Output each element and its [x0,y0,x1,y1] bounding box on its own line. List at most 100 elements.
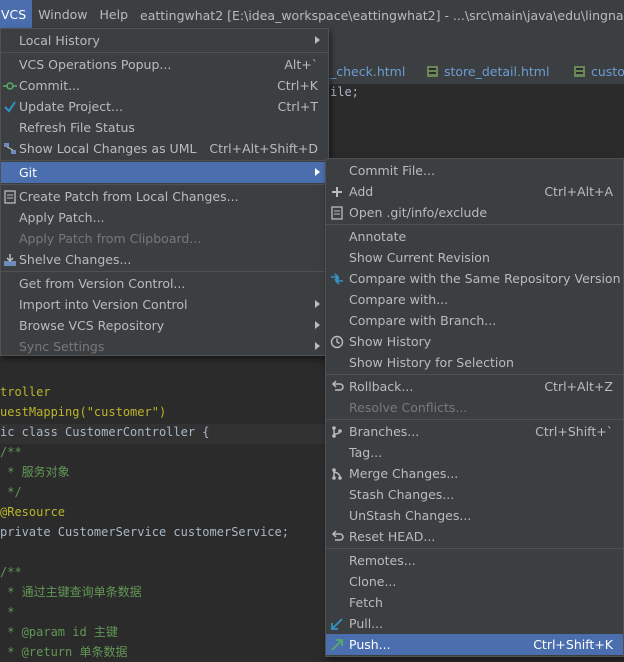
tab-store-detail-html[interactable]: store_detail.html [427,60,549,84]
menu-item-label: Add [349,184,374,199]
vcs-item-shelve-changes[interactable]: Shelve Changes... [1,249,328,270]
git-item-remotes[interactable]: Remotes... [326,550,623,571]
menu-item-label: Pull... [349,616,384,631]
git-item-fetch[interactable]: Fetch [326,592,623,613]
menu-separator [1,52,328,53]
update-icon [3,99,17,113]
vcs-item-show-local-changes-as-uml[interactable]: Show Local Changes as UML Ctrl+Alt+Shift+… [1,138,328,159]
git-item-rollback[interactable]: Rollback... Ctrl+Alt+Z [326,376,623,397]
html-file-icon [574,66,585,77]
menu-item-shortcut: Ctrl+T [277,99,318,114]
vcs-item-git[interactable]: Git [1,162,328,183]
menu-item-label: Clone... [349,574,397,589]
window-title: eattingwhat2 [E:\idea_workspace\eattingw… [140,7,624,23]
menu-item-label: Annotate [349,229,407,244]
menu-item-label: UnStash Changes... [349,508,472,523]
code-line: * @param id 主键 [0,625,118,639]
menu-separator [1,271,328,272]
menu-item-label: Compare with the Same Repository Version [349,271,621,286]
uml-icon [3,141,17,155]
menu-item-label: Show Current Revision [349,250,490,265]
menu-item-label: Open .git/info/exclude [349,205,488,220]
plus-icon [330,184,344,198]
git-item-stash-changes[interactable]: Stash Changes... [326,484,623,505]
menu-item-label: Get from Version Control... [19,276,186,291]
menu-item-label: VCS Operations Popup... [19,57,172,72]
git-item-merge-changes[interactable]: Merge Changes... [326,463,623,484]
menu-vcs[interactable]: VCS [0,0,33,30]
menu-item-label: Show History [349,334,432,349]
menu-item-label: Apply Patch from Clipboard... [19,231,202,246]
menu-window[interactable]: Window [32,0,93,30]
code-line: * 通过主键查询单条数据 [0,585,142,599]
vcs-item-update-project[interactable]: Update Project... Ctrl+T [1,96,328,117]
vcs-item-browse-vcs-repository[interactable]: Browse VCS Repository [1,315,328,336]
file-icon [330,205,344,220]
vcs-item-local-history[interactable]: Local History [1,30,328,51]
git-item-show-history[interactable]: Show History [326,331,623,352]
menu-item-label: Local History [19,33,100,48]
git-item-show-current-revision[interactable]: Show Current Revision [326,247,623,268]
menu-item-label: Browse VCS Repository [19,318,165,333]
git-item-compare-with-the-same-repository-version[interactable]: Compare with the Same Repository Version [326,268,623,289]
menu-item-label: Resolve Conflicts... [349,400,468,415]
code-line: private CustomerService customerService; [0,525,289,539]
push-icon [330,637,344,651]
tab-check-html[interactable]: _check.html [330,60,405,84]
git-item-compare-with[interactable]: Compare with... [326,289,623,310]
git-item-reset-head[interactable]: Reset HEAD... [326,526,623,547]
git-item-resolve-conflicts: Resolve Conflicts... [326,397,623,418]
git-item-add[interactable]: Add Ctrl+Alt+A [326,181,623,202]
code-line: ile; [330,85,359,99]
vcs-item-apply-patch[interactable]: Apply Patch... [1,207,328,228]
menu-item-label: Compare with... [349,292,449,307]
html-file-icon [427,66,438,77]
vcs-menu: Local History VCS Operations Popup... Alt+… [0,28,329,356]
tab-label: custo [591,64,624,79]
vcs-item-import-into-version-control[interactable]: Import into Version Control [1,294,328,315]
menu-item-label: Push... [349,637,391,652]
submenu-arrow-icon [315,321,320,329]
git-submenu: Commit File... Add Ctrl+Alt+A Open .git/inf… [325,158,624,657]
git-item-pull[interactable]: Pull... [326,613,623,634]
menu-item-label: Commit File... [349,163,435,178]
vcs-item-get-from-version-control[interactable]: Get from Version Control... [1,273,328,294]
code-line: * [0,605,15,619]
code-line: /** [0,565,22,579]
menu-item-label: Create Patch from Local Changes... [19,189,239,204]
commit-icon [3,78,17,92]
vcs-item-refresh-file-status[interactable]: Refresh File Status [1,117,328,138]
submenu-arrow-icon [315,36,320,44]
git-item-branches[interactable]: Branches... Ctrl+Shift+` [326,421,623,442]
menu-item-label: Apply Patch... [19,210,105,225]
git-item-show-history-for-selection[interactable]: Show History for Selection [326,352,623,373]
menu-separator [326,419,623,420]
git-item-compare-with-branch[interactable]: Compare with Branch... [326,310,623,331]
tab-customer[interactable]: custo [574,60,624,84]
git-item-clone[interactable]: Clone... [326,571,623,592]
git-item-push[interactable]: Push... Ctrl+Shift+K [326,634,623,655]
git-item-tag[interactable]: Tag... [326,442,623,463]
vcs-item-commit[interactable]: Commit... Ctrl+K [1,75,328,96]
menu-item-shortcut: Ctrl+Shift+K [533,637,613,652]
code-line: ic class CustomerController { [0,425,210,439]
vcs-item-vcs-operations-popup[interactable]: VCS Operations Popup... Alt+` [1,54,328,75]
vcs-item-create-patch-from-local-changes[interactable]: Create Patch from Local Changes... [1,186,328,207]
menu-item-shortcut: Ctrl+Alt+A [544,184,613,199]
patch-icon [3,189,17,204]
git-item-unstash-changes[interactable]: UnStash Changes... [326,505,623,526]
git-item-open-git-info-exclude[interactable]: Open .git/info/exclude [326,202,623,223]
menu-item-label: Git [19,165,38,180]
submenu-arrow-icon [315,300,320,308]
code-line: */ [0,485,22,499]
code-line: @Resource [0,505,66,519]
menubar: VCS Window Help eattingwhat2 [E:\idea_wo… [0,0,624,31]
git-item-commit-file[interactable]: Commit File... [326,160,623,181]
menu-help[interactable]: Help [94,0,135,30]
menu-item-label: Rollback... [349,379,414,394]
submenu-arrow-icon [315,342,320,350]
git-item-annotate[interactable]: Annotate [326,226,623,247]
code-line: * @return 单条数据 [0,645,128,659]
menu-separator [1,184,328,185]
compare-icon [330,271,344,285]
